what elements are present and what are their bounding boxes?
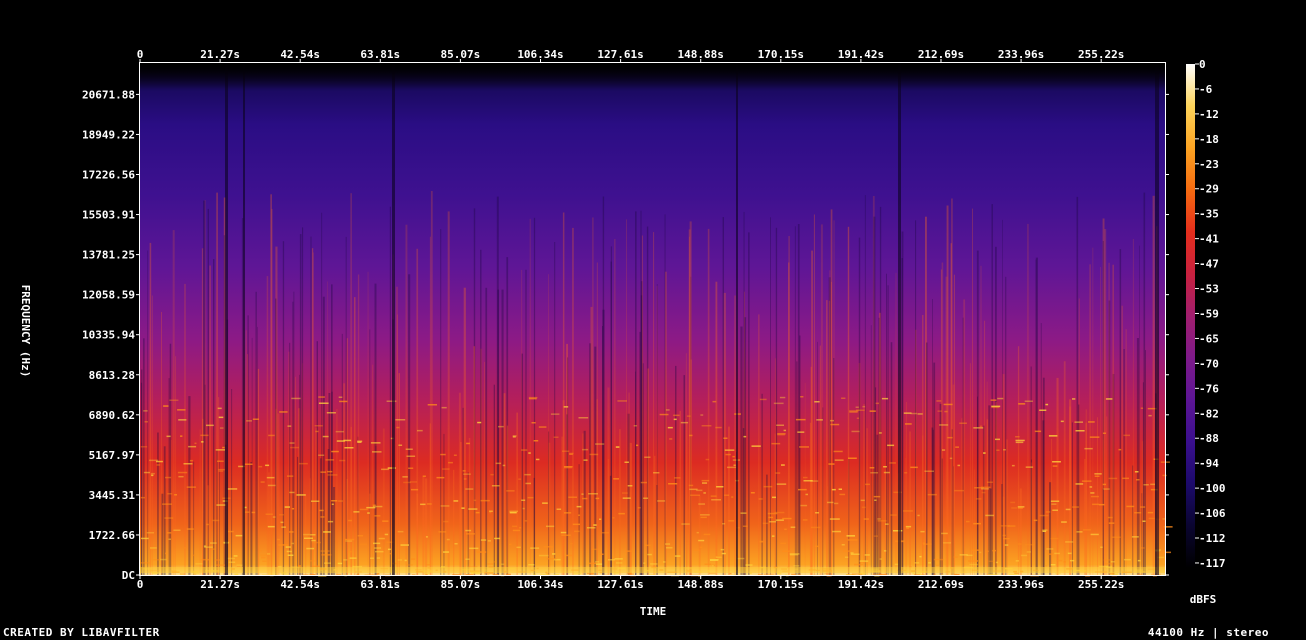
y-tick-label: 20671.88 <box>82 88 135 101</box>
colorbar-tick-label: -82 <box>1199 407 1219 420</box>
colorbar-tick-label: -29 <box>1199 183 1219 196</box>
colorbar: 0 -6 -12 -18 -23 -29 -35 -41 -47 -53 -59 -65 -70 -76 -… <box>1186 58 1226 570</box>
colorbar-tick-label: 0 <box>1199 58 1206 71</box>
x-tick-label-bottom: 212.69s <box>918 578 964 591</box>
x-tick-label-top: 42.54s <box>280 48 320 61</box>
x-tick-label-bottom: 85.07s <box>441 578 481 591</box>
colorbar-tick-label: -6 <box>1199 83 1213 96</box>
x-tick-label-top: 0 <box>137 48 144 61</box>
x-tick-label-top: 21.27s <box>200 48 240 61</box>
audio-info-label: 44100 Hz | stereo <box>1147 626 1269 639</box>
x-tick-label-bottom: 148.88s <box>678 578 724 591</box>
colorbar-tick-label: -12 <box>1199 108 1219 121</box>
colorbar-tick-label: -88 <box>1199 432 1219 445</box>
x-tick-label-bottom: 42.54s <box>280 578 320 591</box>
y-tick-label: 12058.59 <box>82 289 135 302</box>
colorbar-tick-label: -94 <box>1199 457 1219 470</box>
x-tick-label-bottom: 63.81s <box>360 578 400 591</box>
x-tick-label-bottom: 233.96s <box>998 578 1044 591</box>
y-tick-label: 15503.91 <box>82 209 135 222</box>
colorbar-tick-label: -53 <box>1199 283 1219 296</box>
y-tick-label: 5167.97 <box>89 449 135 462</box>
colorbar-tick-label: -35 <box>1199 208 1219 221</box>
colorbar-tick-label: -41 <box>1199 233 1219 246</box>
y-tick-label: 10335.94 <box>82 329 135 342</box>
y-tick-label: 8613.28 <box>89 369 135 382</box>
x-tick-label-top: 191.42s <box>838 48 884 61</box>
colorbar-tick-label: -59 <box>1199 307 1219 320</box>
x-axis-label: TIME <box>640 605 667 618</box>
x-tick-label-bottom: 127.61s <box>597 578 643 591</box>
x-tick-label-bottom: 106.34s <box>517 578 563 591</box>
y-tick-label: 13781.25 <box>82 249 135 262</box>
colorbar-tick-label: -18 <box>1199 133 1219 146</box>
x-tick-label-top: 170.15s <box>758 48 804 61</box>
x-tick-label-bottom: 21.27s <box>200 578 240 591</box>
y-tick-label: DC <box>122 569 135 582</box>
x-tick-label-top: 63.81s <box>360 48 400 61</box>
colorbar-tick-label: -106 <box>1199 507 1226 520</box>
x-tick-label-bottom: 0 <box>137 578 144 591</box>
spectrogram-plot-area <box>140 63 1173 577</box>
spectrogram-chart: 0 0 21.27s 21.27s 42.54s 42.54s 63.81s 63.81s 85… <box>19 48 1226 618</box>
colorbar-tick-label: -100 <box>1199 482 1226 495</box>
y-tick-label: 1722.66 <box>89 529 136 542</box>
x-tick-label-top: 212.69s <box>918 48 964 61</box>
colorbar-tick-label: -70 <box>1199 357 1219 370</box>
x-tick-label-top: 106.34s <box>517 48 563 61</box>
colorbar-tick-label: -65 <box>1199 332 1219 345</box>
x-tick-label-top: 85.07s <box>441 48 481 61</box>
x-tick-label-top: 255.22s <box>1078 48 1124 61</box>
colorbar-tick-label: -47 <box>1199 258 1219 271</box>
created-by-label: CREATED BY LIBAVFILTER <box>3 626 160 639</box>
colorbar-unit-label: dBFS <box>1190 593 1217 606</box>
y-tick-label: 3445.31 <box>89 489 136 502</box>
x-tick-label-bottom: 191.42s <box>838 578 884 591</box>
colorbar-gradient <box>1186 64 1195 568</box>
colorbar-tick-label: -117 <box>1199 557 1226 570</box>
y-axis-label: FREQUENCY (Hz) <box>19 285 32 378</box>
colorbar-tick-label: -23 <box>1199 158 1219 171</box>
y-tick-label: 6890.62 <box>89 409 135 422</box>
colorbar-tick-label: -76 <box>1199 382 1219 395</box>
x-tick-label-bottom: 170.15s <box>758 578 804 591</box>
x-tick-label-top: 127.61s <box>597 48 643 61</box>
x-tick-label-bottom: 255.22s <box>1078 578 1124 591</box>
y-tick-label: 17226.56 <box>82 169 135 182</box>
colorbar-tick-label: -112 <box>1199 532 1226 545</box>
y-tick-label: 18949.22 <box>82 128 135 141</box>
x-tick-label-top: 148.88s <box>678 48 724 61</box>
x-tick-label-top: 233.96s <box>998 48 1044 61</box>
